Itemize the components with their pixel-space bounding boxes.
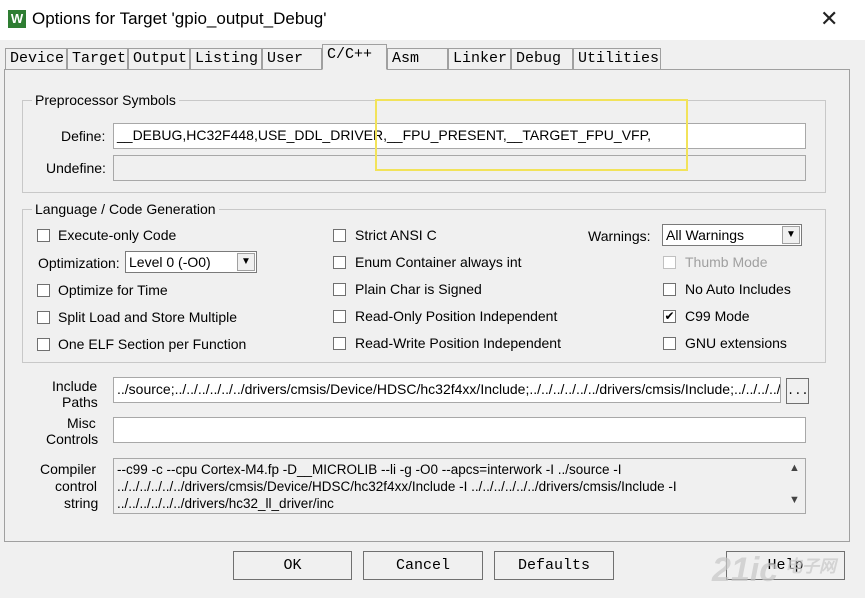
close-icon[interactable]: ✕	[820, 6, 838, 32]
thumb-mode-label: Thumb Mode	[685, 254, 768, 270]
split-load-label: Split Load and Store Multiple	[58, 309, 237, 325]
include-label-line2: Paths	[62, 394, 98, 410]
tab-utilities[interactable]: Utilities	[573, 48, 661, 69]
compiler-line-3: ../../../../../../drivers/hc32_ll_driver…	[117, 496, 334, 511]
checkmark-icon: ✔	[664, 309, 675, 323]
misc-controls-input[interactable]	[113, 417, 806, 443]
cancel-button[interactable]: Cancel	[363, 551, 483, 580]
one-elf-checkbox[interactable]	[37, 338, 50, 351]
misc-label-line1: Misc	[67, 415, 96, 431]
defaults-button[interactable]: Defaults	[494, 551, 614, 580]
tab-debug[interactable]: Debug	[511, 48, 573, 69]
tab-cc[interactable]: C/C++	[322, 44, 387, 70]
include-browse-button[interactable]: ...	[786, 378, 809, 404]
window-title: Options for Target 'gpio_output_Debug'	[32, 9, 327, 28]
c99-mode-label: C99 Mode	[685, 308, 750, 324]
tab-asm[interactable]: Asm	[387, 48, 448, 69]
no-auto-includes-label: No Auto Includes	[685, 281, 791, 297]
compiler-label-line2: control	[55, 478, 98, 494]
optimize-time-checkbox[interactable]	[37, 284, 50, 297]
no-auto-includes-checkbox[interactable]	[663, 283, 676, 296]
tab-device[interactable]: Device	[5, 48, 67, 69]
optimization-select[interactable]: Level 0 (-O0) ▼	[125, 251, 257, 273]
keil-app-icon: W	[8, 10, 26, 28]
watermark-text: 电子网	[785, 557, 836, 576]
strict-ansi-label: Strict ANSI C	[355, 227, 437, 243]
scroll-down-icon[interactable]: ▼	[789, 494, 800, 506]
split-load-checkbox[interactable]	[37, 311, 50, 324]
highlight-annotation-box	[375, 99, 688, 171]
thumb-mode-checkbox[interactable]	[663, 256, 676, 269]
plain-char-label: Plain Char is Signed	[355, 281, 482, 297]
warnings-label: Warnings:	[588, 228, 651, 244]
plain-char-checkbox[interactable]	[333, 283, 346, 296]
chevron-down-icon[interactable]: ▼	[237, 253, 255, 271]
compiler-line-1: --c99 -c --cpu Cortex-M4.fp -D__MICROLIB…	[117, 462, 622, 477]
ropi-label: Read-Only Position Independent	[355, 308, 558, 324]
preprocessor-group-title: Preprocessor Symbols	[32, 92, 179, 108]
compiler-line-2: ../../../../../../drivers/cmsis/Device/H…	[117, 479, 677, 494]
undefine-label: Undefine:	[46, 160, 106, 176]
chevron-down-icon[interactable]: ▼	[782, 226, 800, 244]
watermark-logo: 21ic	[712, 551, 779, 589]
compiler-control-string[interactable]: --c99 -c --cpu Cortex-M4.fp -D__MICROLIB…	[113, 458, 806, 514]
compiler-label-line1: Compiler	[40, 461, 97, 477]
optimization-label: Optimization:	[38, 255, 120, 271]
compiler-label-line3: string	[64, 495, 99, 511]
rwpi-checkbox[interactable]	[333, 337, 346, 350]
tab-listing[interactable]: Listing	[190, 48, 262, 69]
gnu-extensions-checkbox[interactable]	[663, 337, 676, 350]
one-elf-label: One ELF Section per Function	[58, 336, 247, 352]
tab-target[interactable]: Target	[67, 48, 128, 69]
optimization-select-value: Level 0 (-O0)	[129, 254, 211, 270]
ok-button[interactable]: OK	[233, 551, 352, 580]
define-label: Define:	[61, 128, 106, 144]
tab-user[interactable]: User	[262, 48, 322, 69]
strict-ansi-checkbox[interactable]	[333, 229, 346, 242]
rwpi-label: Read-Write Position Independent	[355, 335, 561, 351]
ropi-checkbox[interactable]	[333, 310, 346, 323]
include-label-line1: Include	[52, 378, 98, 394]
gnu-extensions-label: GNU extensions	[685, 335, 787, 351]
tab-output[interactable]: Output	[128, 48, 190, 69]
execute-only-checkbox[interactable]	[37, 229, 50, 242]
scroll-up-icon[interactable]: ▲	[789, 462, 800, 474]
enum-int-checkbox[interactable]	[333, 256, 346, 269]
include-paths-input[interactable]: ../source;../../../../../../drivers/cmsi…	[113, 377, 781, 403]
warnings-select-value: All Warnings	[666, 227, 745, 243]
enum-int-label: Enum Container always int	[355, 254, 522, 270]
c99-mode-checkbox[interactable]: ✔	[663, 310, 676, 323]
tab-linker[interactable]: Linker	[448, 48, 511, 69]
optimize-time-label: Optimize for Time	[58, 282, 168, 298]
language-group-title: Language / Code Generation	[32, 201, 219, 217]
misc-label-line2: Controls	[46, 431, 99, 447]
execute-only-label: Execute-only Code	[58, 227, 177, 243]
warnings-select[interactable]: All Warnings ▼	[662, 224, 802, 246]
